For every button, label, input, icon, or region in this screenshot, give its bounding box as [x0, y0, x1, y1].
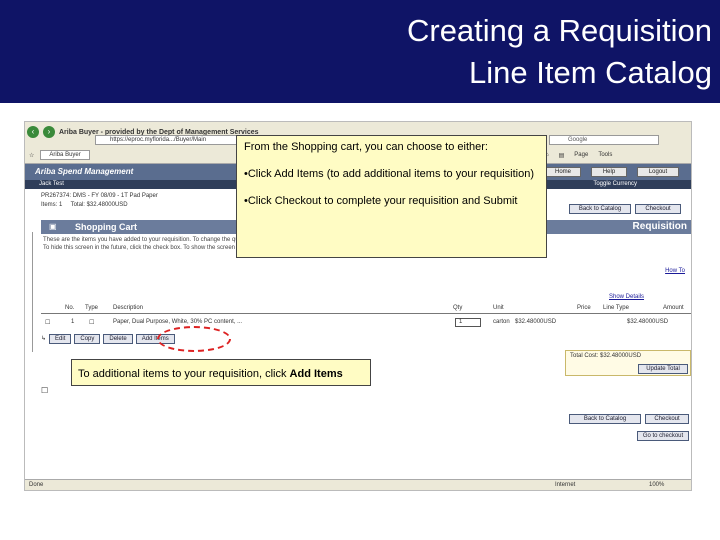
show-details-link[interactable]: Show Details	[609, 294, 644, 300]
col-price: Price	[577, 305, 591, 311]
slide-title-line-2: Line Item Catalog	[469, 55, 712, 90]
cart-icon: ▣	[49, 222, 57, 231]
print-icon[interactable]: ▤	[559, 152, 565, 159]
forward-icon[interactable]: ›	[43, 126, 55, 138]
requisition-info: PR267374: DMS - FY 08/09 - 1T Pad Paper …	[41, 192, 158, 210]
browser-tools: ⌂ ▤ Page Tools	[545, 149, 612, 161]
col-qty: Qty	[453, 305, 463, 311]
left-rail[interactable]	[27, 232, 33, 352]
col-amount: Amount	[663, 305, 684, 311]
add-items-highlight	[157, 326, 231, 352]
how-to-link[interactable]: How To	[665, 268, 685, 274]
checkout-button-bottom[interactable]: Checkout	[645, 414, 689, 424]
callout-add-items-emphasis: Add Items	[289, 368, 343, 380]
logout-button[interactable]: Logout	[637, 167, 679, 177]
copy-button[interactable]: Copy	[74, 334, 101, 344]
requisition-label: Requisition	[632, 221, 687, 232]
callout-add-items: To additional items to your requisition,…	[71, 359, 371, 386]
col-no: No.	[65, 305, 75, 311]
row-type-icon: ☐	[89, 320, 95, 326]
col-unit: Unit	[493, 305, 504, 311]
quantity-input[interactable]: 1	[455, 318, 481, 327]
zoom-level[interactable]: 100%	[649, 482, 664, 488]
requisition-title: PR267374: DMS - FY 08/09 - 1T Pad Paper	[41, 193, 158, 199]
items-count: Items: 1	[41, 202, 63, 208]
back-to-catalog-button-bottom[interactable]: Back to Catalog	[569, 414, 641, 424]
callout-line-3: •Click Checkout to complete your requisi…	[244, 195, 518, 207]
row-unit: carton	[493, 319, 510, 325]
update-total-button[interactable]: Update Total	[638, 364, 688, 374]
col-type: Type	[85, 305, 99, 311]
user-name: Jack Test	[39, 181, 64, 187]
checkout-button[interactable]: Checkout	[635, 204, 681, 214]
home-button[interactable]: Home	[545, 167, 581, 177]
callout-add-items-text: To additional items to your requisition,…	[78, 368, 287, 380]
back-to-catalog-button[interactable]: Back to Catalog	[569, 204, 631, 214]
row-description[interactable]: Paper, Dual Purpose, White, 30% PC conte…	[113, 319, 242, 325]
requisition-total: Total: $32.48000USD	[70, 202, 128, 208]
toggle-currency-link[interactable]: Toggle Currency	[593, 180, 637, 189]
col-description: Description	[113, 305, 144, 311]
address-bar[interactable]: https://eproc.myflorida.../Buyer/Main	[95, 135, 255, 145]
go-to-checkout-button[interactable]: Go to checkout	[637, 431, 689, 441]
select-arrow-icon: ↳	[41, 336, 47, 342]
total-cost-box: Total Cost: $32.48000USD Update Total	[565, 350, 691, 376]
tools-menu[interactable]: Tools	[598, 152, 612, 158]
row-no: 1	[71, 319, 75, 325]
callout-instructions: From the Shopping cart, you can choose t…	[236, 135, 547, 258]
search-input[interactable]: Google	[549, 135, 659, 145]
row-checkbox[interactable]: ☐	[45, 319, 50, 326]
slide-title-line-1: Creating a Requisition	[406, 13, 712, 48]
page-menu[interactable]: Page	[574, 152, 588, 158]
hide-screen-checkbox[interactable]: ☐	[41, 386, 48, 395]
tab-ariba-buyer[interactable]: Ariba Buyer	[40, 150, 90, 160]
help-button[interactable]: Help	[591, 167, 627, 177]
status-bar: Done Internet 100%	[25, 479, 691, 490]
cart-table-header: No. Type Description Qty Unit Price Line…	[41, 304, 691, 314]
total-cost: Total Cost: $32.48000USD	[570, 353, 642, 359]
table-row: ☐ 1 ☐ Paper, Dual Purpose, White, 30% PC…	[41, 318, 691, 328]
star-icon[interactable]: ☆	[29, 152, 34, 159]
status-text: Done	[29, 482, 44, 488]
col-line-type: Line Type	[603, 305, 629, 311]
ariba-logo: Ariba Spend Management	[35, 167, 134, 176]
callout-line-1: From the Shopping cart, you can choose t…	[244, 141, 488, 153]
row-actions: ↳ Edit Copy Delete Add Items	[41, 334, 175, 344]
slide-title: Creating a Requisition Line Item Catalog	[407, 10, 712, 94]
slide-header: Creating a Requisition Line Item Catalog	[0, 0, 720, 103]
internet-zone: Internet	[555, 482, 576, 488]
row-amount: $32.48000USD	[627, 319, 669, 325]
edit-button[interactable]: Edit	[49, 334, 72, 344]
section-label: Shopping Cart	[75, 222, 137, 232]
back-icon[interactable]: ‹	[27, 126, 39, 138]
callout-line-2: •Click Add Items (to add additional item…	[244, 168, 534, 180]
delete-button[interactable]: Delete	[103, 334, 133, 344]
quantity-value: 1	[459, 319, 463, 325]
row-price: $32.48000USD	[515, 319, 557, 325]
